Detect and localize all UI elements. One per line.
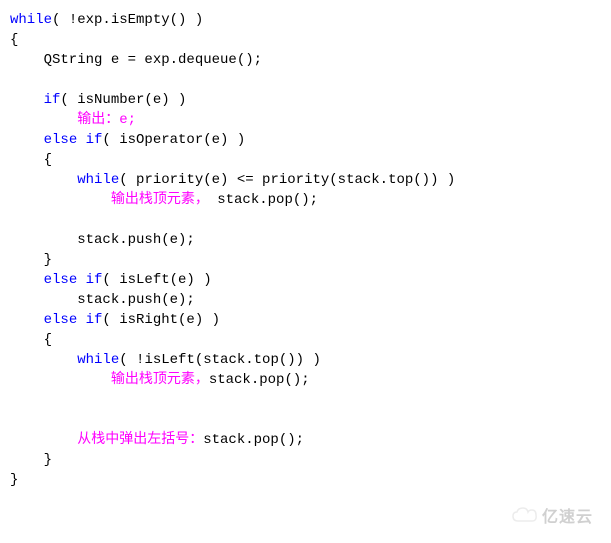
code-text: stack.pop(); bbox=[203, 432, 304, 448]
code-text: ( isRight(e) ) bbox=[102, 312, 220, 328]
code-text bbox=[10, 352, 77, 368]
code-text: { bbox=[10, 152, 52, 168]
code-text bbox=[10, 132, 44, 148]
code-text: { bbox=[10, 332, 52, 348]
watermark: 亿速云 bbox=[512, 507, 593, 529]
code-text: ( !exp.isEmpty() ) bbox=[52, 12, 203, 28]
code-text bbox=[10, 272, 44, 288]
keyword-else-if: else if bbox=[44, 312, 103, 328]
keyword-else-if: else if bbox=[44, 272, 103, 288]
code-text: stack.pop(); bbox=[209, 192, 318, 208]
code-text: } bbox=[10, 472, 18, 488]
code-text: QString e = exp.dequeue(); bbox=[10, 52, 262, 68]
code-text: { bbox=[10, 32, 18, 48]
code-text bbox=[10, 112, 77, 128]
code-text: ( isLeft(e) ) bbox=[102, 272, 211, 288]
keyword-while: while bbox=[77, 172, 119, 188]
comment-output-top: 输出栈顶元素， bbox=[111, 372, 209, 388]
code-text: } bbox=[10, 252, 52, 268]
code-text bbox=[10, 192, 111, 208]
code-block: while( !exp.isEmpty() ) { QString e = ex… bbox=[10, 10, 601, 490]
watermark-text: 亿速云 bbox=[542, 508, 593, 528]
code-text bbox=[10, 92, 44, 108]
comment-output-top: 输出栈顶元素， bbox=[111, 192, 209, 208]
code-text: stack.push(e); bbox=[10, 292, 195, 308]
code-text: } bbox=[10, 452, 52, 468]
keyword-else-if: else if bbox=[44, 132, 103, 148]
keyword-if: if bbox=[44, 92, 61, 108]
code-text: ( isOperator(e) ) bbox=[102, 132, 245, 148]
comment-pop-left: 从栈中弹出左括号： bbox=[77, 432, 203, 448]
code-text: ( !isLeft(stack.top()) ) bbox=[119, 352, 321, 368]
code-text: ( priority(e) <= priority(stack.top()) ) bbox=[119, 172, 455, 188]
cloud-icon bbox=[512, 507, 538, 529]
code-text bbox=[10, 372, 111, 388]
comment-output: 输出：e; bbox=[77, 112, 136, 128]
code-text bbox=[10, 172, 77, 188]
code-text: stack.push(e); bbox=[10, 232, 195, 248]
code-text bbox=[10, 312, 44, 328]
keyword-while: while bbox=[77, 352, 119, 368]
keyword-while: while bbox=[10, 12, 52, 28]
code-text bbox=[10, 432, 77, 448]
code-text: stack.pop(); bbox=[209, 372, 310, 388]
code-text: ( isNumber(e) ) bbox=[60, 92, 186, 108]
